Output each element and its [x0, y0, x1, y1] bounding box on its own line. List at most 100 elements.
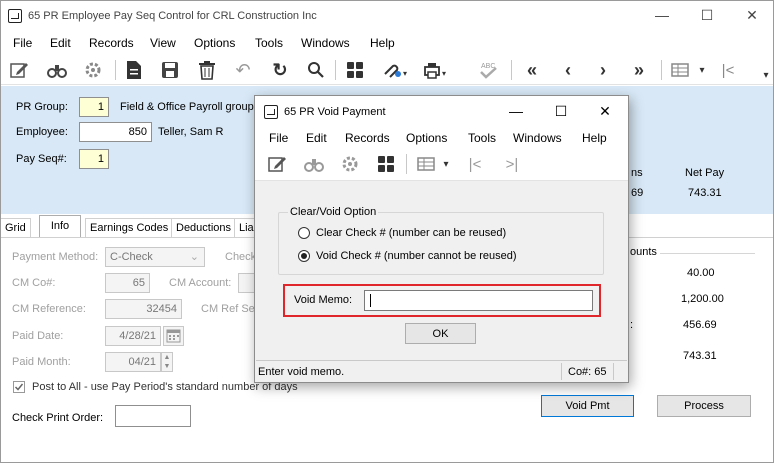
last-icon[interactable]: >|: [500, 153, 524, 175]
main-menubar: File Edit Records View Options Tools Win…: [1, 32, 773, 54]
menu-options[interactable]: Options: [194, 36, 235, 50]
clear-void-option-label: Clear/Void Option: [288, 206, 379, 218]
paid-date-field[interactable]: 4/28/21: [105, 326, 161, 346]
maximize-button[interactable]: ☐: [697, 7, 717, 24]
paid-month-label: Paid Month:: [12, 356, 71, 368]
binoculars-icon[interactable]: [45, 59, 69, 81]
clear-check-label: Clear Check # (number can be reused): [316, 227, 507, 239]
menu-windows[interactable]: Windows: [301, 36, 350, 50]
void-check-label: Void Check # (number cannot be reused): [316, 250, 517, 262]
dialog-toolbar: ▾ |< >|: [255, 149, 628, 181]
amount-colon: :: [630, 319, 634, 331]
document-icon[interactable]: [122, 59, 146, 81]
paid-date-label: Paid Date:: [12, 330, 64, 342]
minimize-button[interactable]: —: [652, 7, 672, 23]
app-icon: [264, 105, 278, 119]
ok-button[interactable]: OK: [405, 323, 476, 344]
cm-reference-label: CM Reference:: [12, 303, 86, 315]
dialog-menu-records[interactable]: Records: [345, 131, 390, 145]
refresh-icon[interactable]: ↻: [268, 59, 292, 81]
grid-options-dropdown-icon[interactable]: ▾: [695, 59, 709, 81]
paid-month-spinner[interactable]: ▲ ▼: [161, 352, 173, 372]
gear-icon[interactable]: [338, 153, 362, 175]
void-memo-input[interactable]: [364, 290, 593, 311]
toolbar-overflow-icon[interactable]: ▾: [760, 64, 772, 86]
cm-reference-field[interactable]: 32454: [105, 299, 182, 319]
process-button[interactable]: Process: [657, 395, 751, 417]
tab-grid[interactable]: Grid: [1, 218, 31, 237]
previous-record-icon[interactable]: ‹: [556, 59, 580, 81]
dialog-close-button[interactable]: ✕: [595, 103, 615, 120]
pr-group-label: PR Group:: [16, 101, 68, 113]
save-icon[interactable]: [158, 59, 182, 81]
pay-seq-field[interactable]: 1: [79, 149, 109, 169]
delete-icon[interactable]: [195, 59, 219, 81]
chevron-down-icon: ⌄: [189, 251, 199, 263]
first-icon[interactable]: |<: [463, 153, 487, 175]
amount-value: 40.00: [687, 267, 715, 279]
tab-earnings-codes[interactable]: Earnings Codes: [85, 218, 174, 237]
calendar-icon[interactable]: [163, 326, 184, 346]
menu-tools[interactable]: Tools: [255, 36, 283, 50]
check-print-order-field[interactable]: [115, 405, 191, 427]
gear-icon[interactable]: [81, 59, 105, 81]
dialog-minimize-button[interactable]: —: [506, 103, 526, 119]
dialog-menu-file[interactable]: File: [269, 131, 288, 145]
search-icon[interactable]: [304, 59, 328, 81]
payment-method-select[interactable]: C-Check ⌄: [105, 247, 205, 267]
first-icon[interactable]: |<: [716, 59, 740, 81]
next-record-icon[interactable]: ›: [591, 59, 615, 81]
dialog-menu-edit[interactable]: Edit: [306, 131, 327, 145]
dialog-menu-help[interactable]: Help: [582, 131, 607, 145]
toolbar-separator: [335, 60, 336, 80]
dialog-maximize-button[interactable]: ☐: [551, 103, 571, 120]
undo-icon[interactable]: ↶: [231, 59, 255, 81]
grid-options-icon[interactable]: [669, 59, 693, 81]
dialog-menu-options[interactable]: Options: [406, 131, 447, 145]
binoculars-icon[interactable]: [302, 153, 326, 175]
edit-icon[interactable]: [265, 153, 289, 175]
check-label-partial: Check: [225, 251, 257, 263]
employee-field[interactable]: 850: [79, 122, 152, 142]
pr-group-field[interactable]: 1: [79, 97, 109, 117]
grid-icon[interactable]: [374, 153, 398, 175]
edit-icon[interactable]: [7, 59, 31, 81]
grid-options-icon[interactable]: [415, 153, 439, 175]
spin-down-icon[interactable]: ▼: [164, 363, 171, 370]
close-button[interactable]: ✕: [742, 7, 762, 24]
pr-group-description: Field & Office Payroll group: [120, 101, 254, 113]
toolbar-separator: [115, 60, 116, 80]
tab-info[interactable]: Info: [39, 215, 81, 238]
void-check-radio[interactable]: [298, 250, 310, 262]
clear-check-radio[interactable]: [298, 227, 310, 239]
grid-options-dropdown-icon[interactable]: ▾: [440, 153, 452, 175]
spin-up-icon[interactable]: ▲: [164, 354, 171, 361]
dialog-menu-tools[interactable]: Tools: [468, 131, 496, 145]
void-memo-highlight: Void Memo:: [283, 284, 601, 317]
menu-edit[interactable]: Edit: [50, 36, 71, 50]
void-pmt-button[interactable]: Void Pmt: [541, 395, 634, 417]
print-icon[interactable]: ▾: [420, 59, 450, 81]
menu-help[interactable]: Help: [370, 36, 395, 50]
attach-icon[interactable]: ▾: [379, 59, 409, 81]
paid-month-field[interactable]: 04/21: [105, 352, 161, 372]
first-record-icon[interactable]: «: [520, 59, 544, 81]
dialog-titlebar: 65 PR Void Payment — ☐ ✕: [255, 96, 628, 127]
cm-co-field[interactable]: 65: [105, 273, 150, 293]
employee-label: Employee:: [16, 126, 68, 138]
dialog-menu-windows[interactable]: Windows: [513, 131, 562, 145]
menu-records[interactable]: Records: [89, 36, 134, 50]
amounts-group-label: ounts: [630, 246, 657, 258]
check-print-order-label: Check Print Order:: [12, 412, 104, 424]
grid-icon[interactable]: [343, 59, 367, 81]
column-value-partial: 69: [631, 187, 644, 199]
menu-view[interactable]: View: [150, 36, 176, 50]
tab-deductions[interactable]: Deductions: [171, 218, 237, 237]
menu-file[interactable]: File: [13, 36, 32, 50]
post-to-all-checkbox[interactable]: [13, 381, 25, 393]
employee-name: Teller, Sam R: [158, 126, 224, 138]
dialog-title: 65 PR Void Payment: [284, 106, 386, 118]
last-record-icon[interactable]: »: [627, 59, 651, 81]
main-toolbar: ↶ ↻ ▾ ▾ ABC « ‹ › » ▾ |< ▾: [1, 55, 773, 85]
spellcheck-icon[interactable]: ABC: [477, 59, 501, 81]
